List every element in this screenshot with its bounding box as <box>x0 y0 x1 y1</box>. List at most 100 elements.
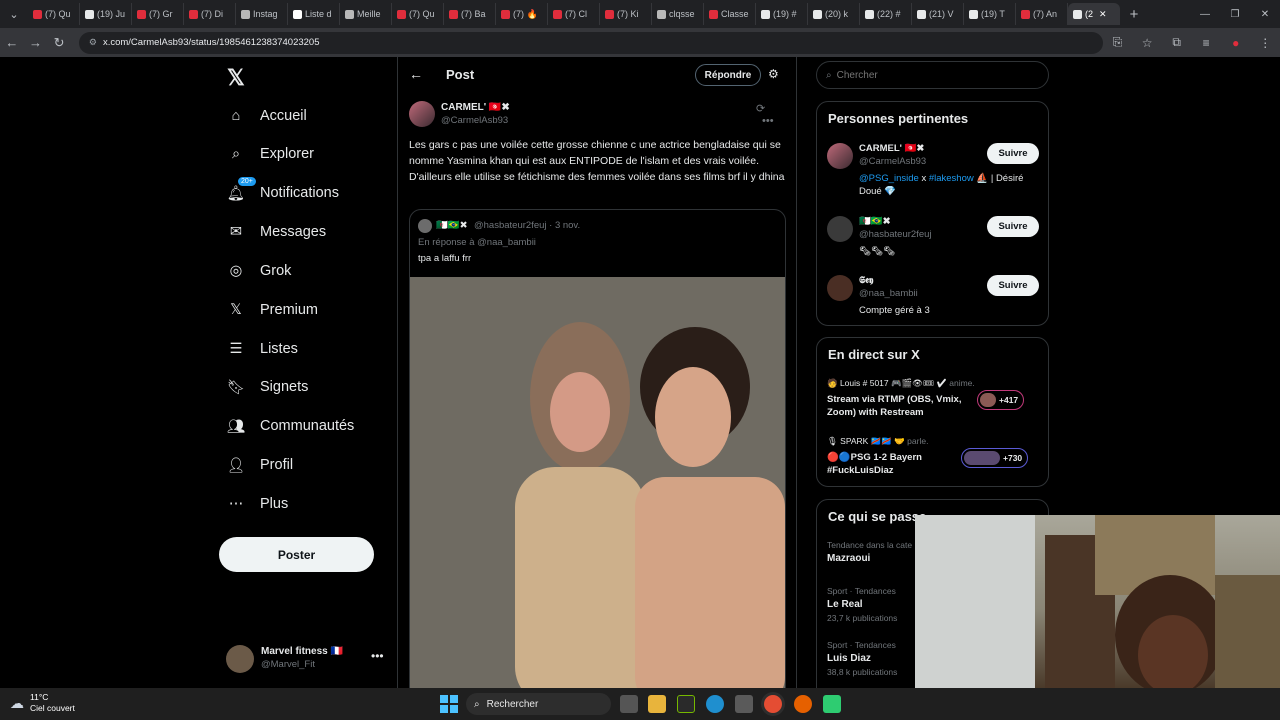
nvidia-icon[interactable] <box>677 695 695 713</box>
avatar <box>980 393 996 407</box>
follow-button[interactable]: Suivre <box>987 216 1039 237</box>
browser-tab[interactable]: (19) Ju <box>80 3 132 25</box>
more-dots-icon[interactable]: ••• <box>762 115 774 127</box>
tweet-author-name[interactable]: CARMEL' 🇹🇳✖ <box>441 102 510 113</box>
post-button[interactable]: Poster <box>219 537 374 572</box>
bio-hashtag-link[interactable]: #lakeshow <box>929 173 974 184</box>
browser-tab[interactable]: Classe <box>704 3 756 25</box>
tab-favicon-icon <box>657 9 666 19</box>
browser-tab[interactable]: (7) Ki <box>600 3 652 25</box>
extensions-icon[interactable]: ⧉ <box>1162 35 1192 50</box>
avatar[interactable] <box>409 101 435 127</box>
person-handle: @naa_bambii <box>859 288 918 299</box>
url-text: x.com/CarmelAsb93/status/198546123837402… <box>102 37 320 48</box>
live-host: 🧑 Louis # 5017 🎮🎬👁🎟 ✔ anime. <box>827 378 975 389</box>
x-logo-icon[interactable]: 𝕏 <box>227 65 245 91</box>
person-bio: Compte géré à 3 <box>859 305 930 316</box>
browser-tab[interactable]: (7) Qu <box>28 3 80 25</box>
browser-tab[interactable]: (7) Gr <box>132 3 184 25</box>
browser-tab[interactable]: (7) 🔥 <box>496 3 548 25</box>
reply-button[interactable]: Répondre <box>695 64 761 86</box>
browser-menu-icon[interactable]: ⋮ <box>1250 36 1280 50</box>
grok-explain-icon[interactable]: ⟳ <box>756 103 765 115</box>
account-switcher[interactable]: Marvel fitness 🇫🇷 @Marvel_Fit ••• <box>226 643 386 673</box>
site-info-icon[interactable]: ⚙ <box>89 37 97 48</box>
sidebar-item-premium[interactable]: 𝕏 Premium <box>226 295 318 325</box>
bio-mention-link[interactable]: @PSG_inside <box>859 173 919 184</box>
person-item[interactable]: 𝕾𝖊𝖞 @naa_bambii Compte géré à 3 Suivre <box>827 275 1039 320</box>
browser-tab[interactable]: (7) Ba <box>444 3 496 25</box>
browser-tab[interactable]: (19) T <box>964 3 1016 25</box>
filter-sliders-icon[interactable]: ⚙ <box>768 67 779 81</box>
taskbar-search-label: Rechercher <box>486 698 539 710</box>
sidebar-item-plus[interactable]: ⋯ Plus <box>226 489 288 519</box>
sidebar-item-listes[interactable]: ☰ Listes <box>226 334 298 364</box>
sidebar-item-signets[interactable]: 🔖︎ Signets <box>226 372 309 402</box>
relevant-people-card: Personnes pertinentes CARMEL' 🇹🇳✖ @Carme… <box>816 101 1049 326</box>
search-icon: ⌕ <box>826 69 832 81</box>
forward-arrow-icon[interactable]: → <box>24 35 48 50</box>
browser-tab[interactable]: (7) An <box>1016 3 1068 25</box>
browser-tab[interactable]: (7) Di <box>184 3 236 25</box>
firefox-icon[interactable] <box>794 695 812 713</box>
browser-tab[interactable]: (2 ✕ <box>1068 3 1120 25</box>
back-arrow-icon[interactable]: ← <box>409 66 423 82</box>
maximize-button[interactable]: ❐ <box>1220 0 1250 28</box>
browser-tab[interactable]: (22) # <box>860 3 912 25</box>
quote-media-image[interactable] <box>410 277 785 688</box>
cloud-icon: ☁ <box>10 694 24 711</box>
url-field[interactable]: ⚙ x.com/CarmelAsb93/status/1985461238374… <box>78 31 1103 54</box>
browser-tab[interactable]: clqsse <box>652 3 704 25</box>
sidebar-item-communautés[interactable]: 👥︎ Communautés <box>226 411 355 441</box>
sidebar-item-label: Grok <box>260 263 292 279</box>
sidebar-item-notifications[interactable]: 🔔︎ 20+ Notifications <box>226 177 339 208</box>
sidebar-item-grok[interactable]: ◎ Grok <box>226 256 292 286</box>
sidebar-item-messages[interactable]: ✉ Messages <box>226 217 326 247</box>
store-icon[interactable] <box>735 695 753 713</box>
main-column: ← Post Répondre ⚙ CARMEL' 🇹🇳✖ @CarmelAsb… <box>397 57 797 688</box>
person-item[interactable]: 🇩🇿🇧🇷✖ @hasbateur2feuj 🗞🗞🗞 Suivre <box>827 216 1039 261</box>
follow-button[interactable]: Suivre <box>987 143 1039 164</box>
app-icon[interactable] <box>823 695 841 713</box>
sidebar-item-profil[interactable]: 👤︎ Profil <box>226 450 293 480</box>
back-arrow-icon[interactable]: ← <box>0 35 24 50</box>
browser-tab[interactable]: Instag <box>236 3 288 25</box>
search-input[interactable] <box>836 69 1027 81</box>
edge-icon[interactable] <box>706 695 724 713</box>
live-item[interactable]: 🎙 SPARK 🇨🇩🇨🇩 🤝 parle. 🔴🔵PSG 1-2 Bayern #… <box>827 436 1039 481</box>
person-item[interactable]: CARMEL' 🇹🇳✖ @CarmelAsb93 @PSG_inside x #… <box>827 143 1039 203</box>
new-tab-button[interactable]: + <box>1120 0 1148 28</box>
reload-icon[interactable]: ↻ <box>47 35 71 51</box>
taskbar-search[interactable]: ⌕ Rechercher <box>466 693 611 715</box>
quoted-tweet[interactable]: 🇩🇿🇧🇷✖ @hasbateur2feuj · 3 nov. En répons… <box>409 209 786 688</box>
tab-label: Instag <box>253 9 278 19</box>
file-explorer-icon[interactable] <box>648 695 666 713</box>
weather-widget[interactable]: ☁ 11°C Ciel couvert <box>10 692 75 714</box>
tab-list-icon[interactable]: ⌄ <box>0 0 28 28</box>
bookmark-star-icon[interactable]: ☆ <box>1132 36 1162 50</box>
install-app-icon[interactable]: ⎘ <box>1103 35 1133 50</box>
follow-button[interactable]: Suivre <box>987 275 1039 296</box>
more-dots-icon[interactable]: ••• <box>371 649 384 663</box>
windows-start-icon[interactable] <box>440 695 458 713</box>
browser-tab[interactable]: (19) # <box>756 3 808 25</box>
close-window-button[interactable]: ✕ <box>1250 0 1280 28</box>
task-view-icon[interactable] <box>620 695 638 713</box>
live-item[interactable]: 🧑 Louis # 5017 🎮🎬👁🎟 ✔ anime. Stream via … <box>827 378 1039 423</box>
chrome-icon[interactable] <box>764 695 782 713</box>
browser-tab[interactable]: Meille <box>340 3 392 25</box>
browser-tab[interactable]: (21) V <box>912 3 964 25</box>
profile-avatar-icon[interactable]: ● <box>1221 36 1251 50</box>
sidebar-item-explorer[interactable]: ⌕ Explorer <box>226 139 314 169</box>
browser-tab[interactable]: Liste d <box>288 3 340 25</box>
browser-tab[interactable]: (7) Cl <box>548 3 600 25</box>
bio-text: x <box>918 173 929 184</box>
tweet-author-handle[interactable]: @CarmelAsb93 <box>441 115 508 126</box>
minimize-button[interactable]: — <box>1190 0 1220 28</box>
search-box[interactable]: ⌕ <box>816 61 1049 89</box>
close-tab-icon[interactable]: ✕ <box>1099 9 1107 20</box>
browser-tab[interactable]: (7) Qu <box>392 3 444 25</box>
media-controls-icon[interactable]: ≡ <box>1191 36 1221 50</box>
browser-tab[interactable]: (20) k <box>808 3 860 25</box>
sidebar-item-accueil[interactable]: ⌂ Accueil <box>226 101 307 131</box>
